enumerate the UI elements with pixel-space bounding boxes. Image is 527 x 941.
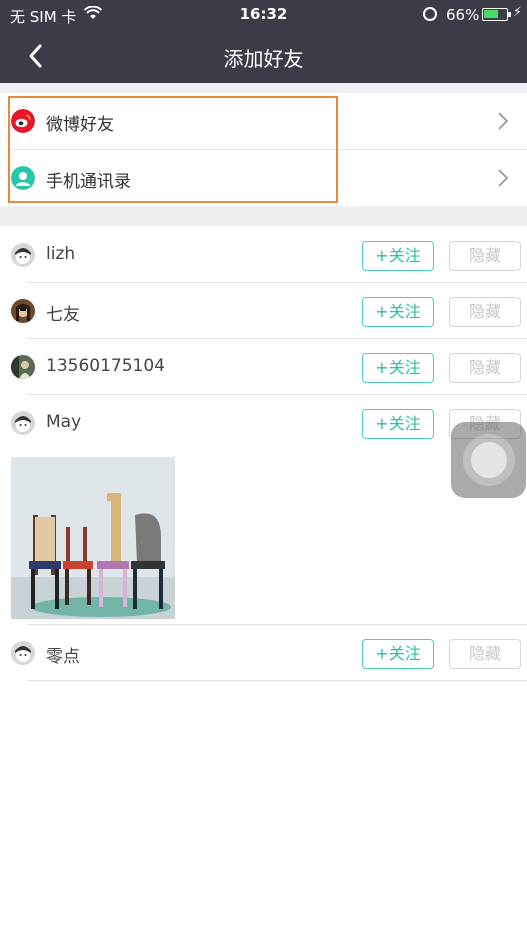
entry-phone-contacts[interactable]: 手机通讯录 <box>0 150 527 206</box>
page-title: 添加好友 <box>223 47 304 71</box>
weibo-icon <box>11 109 35 133</box>
battery-percent: 66% <box>446 6 480 24</box>
friend-row: May +关注 隐藏 <box>0 395 527 451</box>
avatar <box>11 299 35 323</box>
follow-button[interactable]: +关注 <box>362 409 434 439</box>
chevron-right-icon <box>498 112 509 130</box>
hide-button[interactable]: 隐藏 <box>449 241 521 271</box>
friend-name: May <box>46 412 82 432</box>
friend-row: lizh +关注 隐藏 <box>0 227 527 283</box>
battery-fill <box>484 10 498 18</box>
follow-button[interactable]: +关注 <box>362 297 434 327</box>
friend-name: 零点 <box>46 647 80 667</box>
follow-button[interactable]: +关注 <box>362 241 434 271</box>
post-image[interactable] <box>11 457 175 619</box>
avatar <box>11 411 35 435</box>
battery-tip <box>508 12 511 17</box>
friend-name: 七友 <box>46 305 80 325</box>
friend-name: lizh <box>46 244 76 264</box>
entry-label: 微博好友 <box>46 115 114 135</box>
battery-icon <box>482 8 511 21</box>
assistive-touch-center <box>471 442 507 478</box>
avatar <box>11 355 35 379</box>
section-gap <box>0 206 527 226</box>
avatar <box>11 243 35 267</box>
avatar <box>11 641 35 665</box>
rotation-lock-icon <box>423 7 437 21</box>
friend-row: 13560175104 +关注 隐藏 <box>0 339 527 395</box>
section-gap <box>0 83 527 93</box>
status-bar: 无 SIM 卡 16:32 66% ⚡ <box>0 0 527 30</box>
friend-row: 零点 +关注 隐藏 <box>0 625 527 681</box>
hide-button[interactable]: 隐藏 <box>449 639 521 669</box>
hide-button[interactable]: 隐藏 <box>449 353 521 383</box>
nav-bar: 添加好友 <box>0 30 527 83</box>
friend-name: 13560175104 <box>46 356 165 376</box>
assistive-touch-button[interactable] <box>451 422 526 498</box>
chevron-right-icon <box>498 169 509 187</box>
friend-row: 七友 +关注 隐藏 <box>0 283 527 339</box>
hide-button[interactable]: 隐藏 <box>449 297 521 327</box>
follow-button[interactable]: +关注 <box>362 353 434 383</box>
divider <box>27 680 527 681</box>
entry-weibo-friends[interactable]: 微博好友 <box>0 93 527 149</box>
charging-icon: ⚡ <box>513 5 523 20</box>
follow-button[interactable]: +关注 <box>362 639 434 669</box>
entry-label: 手机通讯录 <box>46 172 131 192</box>
contacts-icon <box>11 166 35 190</box>
